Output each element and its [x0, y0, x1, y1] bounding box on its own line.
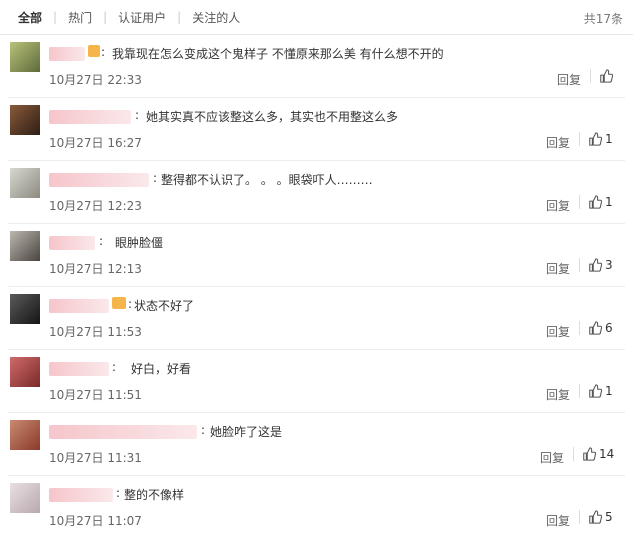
like-button[interactable]: 6: [588, 321, 613, 335]
divider: [573, 447, 574, 461]
like-button[interactable]: 3: [588, 258, 613, 272]
avatar[interactable]: [10, 168, 40, 198]
username-blurred[interactable]: [49, 425, 197, 439]
avatar[interactable]: [10, 420, 40, 450]
comment-text: 她其实真不应该整这么多，其实也不用整这么多: [146, 110, 399, 124]
comment-item: : 状态不好了 10月27日 11:53 回复 6: [8, 287, 625, 350]
reply-button[interactable]: 回复: [546, 197, 570, 214]
colon: :: [112, 360, 117, 374]
comment-time: 10月27日 12:23: [49, 199, 142, 213]
comment-item: : 我靠现在怎么变成这个鬼样子 不懂原来那么美 有什么想不开的 10月27日 2…: [8, 35, 625, 98]
comment-time: 10月27日 11:31: [49, 451, 142, 465]
comment-item: : 整的不像样 10月27日 11:07 回复 5: [8, 476, 625, 538]
reply-button[interactable]: 回复: [546, 134, 570, 151]
divider: [579, 321, 580, 335]
thumbs-up-icon: [589, 258, 602, 272]
like-button[interactable]: [599, 69, 616, 83]
like-button[interactable]: 1: [588, 132, 613, 146]
tab-divider: |: [103, 10, 108, 24]
username-blurred[interactable]: [49, 488, 113, 502]
comment-item: : 她脸咋了这是 10月27日 11:31 回复 14: [8, 413, 625, 476]
comment-item: : 好白，好看 10月27日 11:51 回复 1: [8, 350, 625, 413]
colon: :: [135, 108, 140, 122]
reply-button[interactable]: 回复: [546, 386, 570, 403]
comment-text: 眼肿脸僵: [115, 236, 164, 250]
comment-time: 10月27日 12:13: [49, 262, 142, 276]
comment-time: 10月27日 16:27: [49, 136, 142, 150]
username-blurred[interactable]: [49, 47, 85, 61]
comment-time: 10月27日 11:51: [49, 388, 142, 402]
reply-button[interactable]: 回复: [540, 449, 564, 466]
like-count: 1: [605, 195, 613, 209]
comment-time: 10月27日 11:07: [49, 514, 142, 528]
tab-verified-users[interactable]: 认证用户: [118, 9, 166, 26]
comment-text: 我靠现在怎么变成这个鬼样子 不懂原来那么美 有什么想不开的: [112, 47, 444, 61]
comment-time: 10月27日 11:53: [49, 325, 142, 339]
tab-divider: |: [53, 10, 58, 24]
avatar[interactable]: [10, 42, 40, 72]
thumbs-up-icon: [589, 510, 602, 524]
reply-button[interactable]: 回复: [557, 71, 581, 88]
reply-button[interactable]: 回复: [546, 260, 570, 277]
tab-divider: |: [177, 10, 182, 24]
divider: [590, 69, 591, 83]
like-button[interactable]: 1: [588, 195, 613, 209]
user-badge-icon: [88, 45, 100, 57]
colon: :: [201, 423, 206, 437]
comment-text: 整的不像样: [124, 488, 185, 502]
like-count: 6: [605, 321, 613, 335]
comment-text: 她脸咋了这是: [210, 425, 283, 439]
comment-item: : 整得都不认识了。 。 。眼袋吓人……… 10月27日 12:23 回复 1: [8, 161, 625, 224]
thumbs-up-icon: [589, 132, 602, 146]
avatar[interactable]: [10, 231, 40, 261]
avatar[interactable]: [10, 483, 40, 513]
comment-text: 整得都不认识了。 。 。眼袋吓人………: [161, 173, 373, 187]
avatar[interactable]: [10, 105, 40, 135]
like-button[interactable]: 5: [588, 510, 613, 524]
like-count: 14: [599, 447, 615, 461]
thumbs-up-icon: [589, 321, 602, 335]
user-badge-icon: [112, 297, 126, 309]
thumbs-up-icon: [589, 384, 602, 398]
like-button[interactable]: 1: [588, 384, 613, 398]
colon: :: [116, 486, 121, 500]
comment-text: 状态不好了: [134, 299, 195, 313]
comment-count: 共17条: [583, 12, 623, 26]
filter-tabs: 全部 | 热门 | 认证用户 | 关注的人 共17条: [0, 0, 633, 35]
avatar[interactable]: [10, 357, 40, 387]
divider: [579, 510, 580, 524]
comment-list: : 我靠现在怎么变成这个鬼样子 不懂原来那么美 有什么想不开的 10月27日 2…: [0, 35, 633, 538]
divider: [579, 132, 580, 146]
tab-all[interactable]: 全部: [18, 9, 42, 26]
reply-button[interactable]: 回复: [546, 323, 570, 340]
colon: :: [153, 171, 158, 185]
tab-followed[interactable]: 关注的人: [192, 9, 240, 26]
reply-button[interactable]: 回复: [546, 512, 570, 529]
comment-time: 10月27日 22:33: [49, 73, 142, 87]
avatar[interactable]: [10, 294, 40, 324]
username-blurred[interactable]: [49, 110, 131, 124]
thumbs-up-icon: [600, 69, 613, 83]
divider: [579, 258, 580, 272]
colon: :: [99, 234, 104, 248]
like-count: 5: [605, 510, 613, 524]
colon: :: [128, 297, 133, 311]
username-blurred[interactable]: [49, 299, 109, 313]
thumbs-up-icon: [583, 447, 596, 461]
tab-hot[interactable]: 热门: [68, 9, 92, 26]
thumbs-up-icon: [589, 195, 602, 209]
username-blurred[interactable]: [49, 236, 95, 250]
username-blurred[interactable]: [49, 362, 109, 376]
like-button[interactable]: 14: [582, 447, 614, 461]
divider: [579, 384, 580, 398]
like-count: 1: [605, 132, 613, 146]
comment-item: : 眼肿脸僵 10月27日 12:13 回复 3: [8, 224, 625, 287]
comment-text: 好白，好看: [131, 362, 192, 376]
colon: :: [101, 45, 106, 59]
like-count: 3: [605, 258, 613, 272]
username-blurred[interactable]: [49, 173, 149, 187]
like-count: 1: [605, 384, 613, 398]
comment-item: : 她其实真不应该整这么多，其实也不用整这么多 10月27日 16:27 回复 …: [8, 98, 625, 161]
divider: [579, 195, 580, 209]
